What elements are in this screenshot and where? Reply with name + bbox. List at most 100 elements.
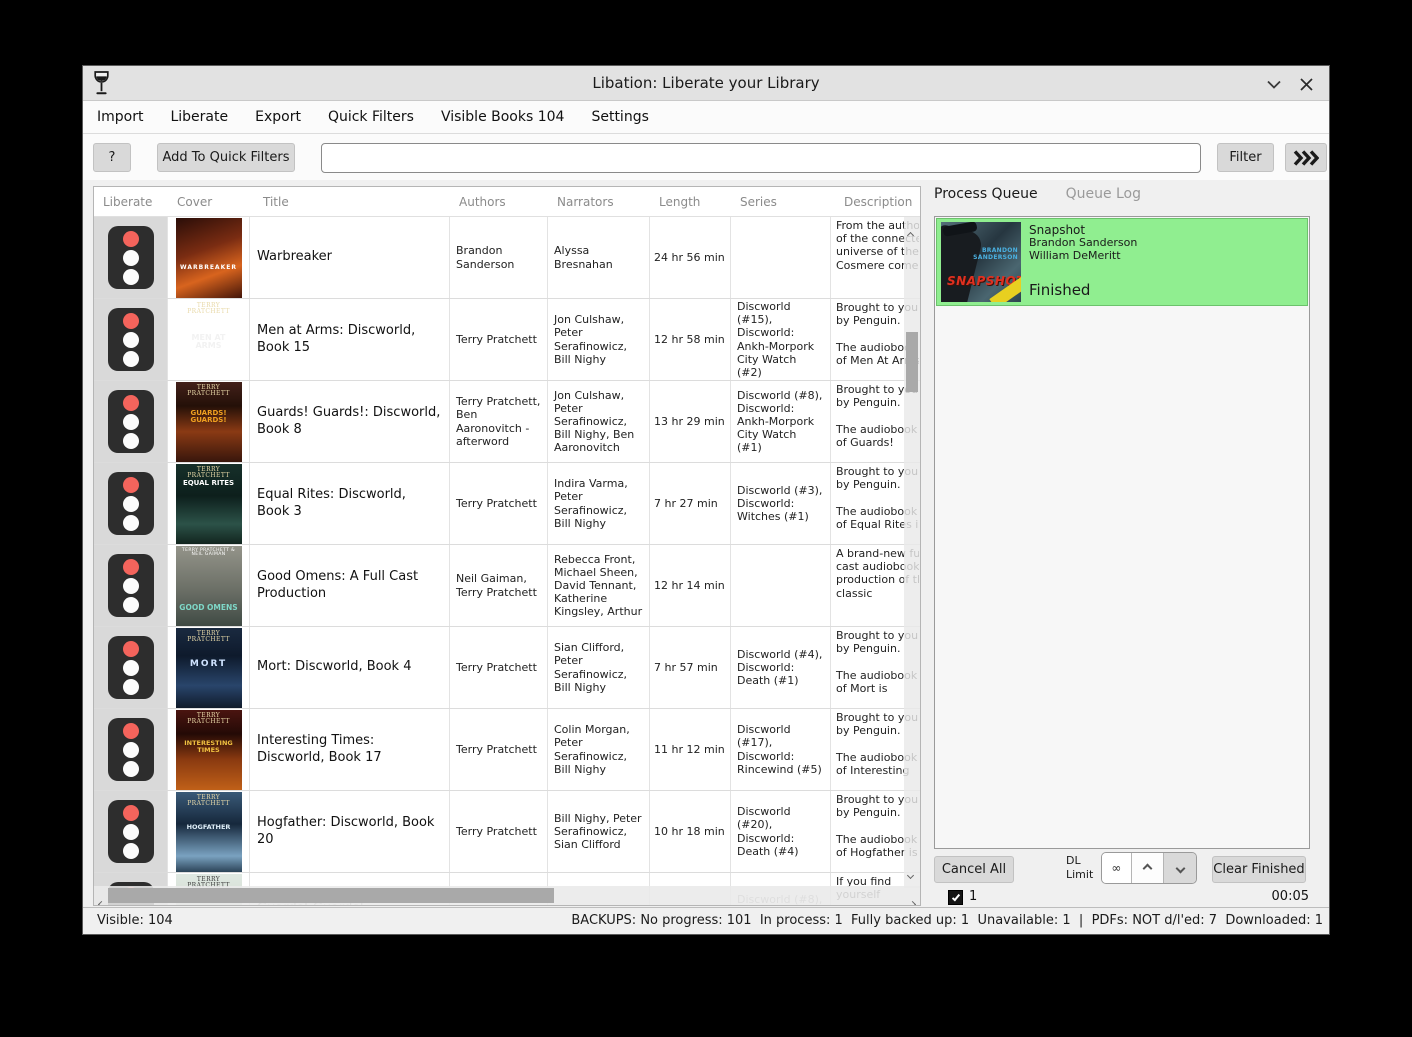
header-narrators[interactable]: Narrators	[548, 195, 650, 209]
queue-item-narrator: William DeMeritt	[1029, 250, 1137, 263]
window-title: Libation: Liberate your Library	[83, 66, 1329, 101]
vertical-scrollbar[interactable]	[904, 217, 920, 888]
dl-limit-increase-button[interactable]	[1132, 853, 1165, 883]
liberate-button[interactable]	[94, 217, 168, 298]
queue-list: BRANDON SANDERSON SNAPSHOT Snapshot Bran…	[934, 216, 1310, 849]
menu-visible-books[interactable]: Visible Books 104	[441, 109, 565, 125]
filter-search-input[interactable]	[321, 143, 1201, 173]
book-cover: TERRY PRATCHETTHOGFATHER	[168, 791, 250, 872]
traffic-light-icon	[108, 636, 154, 699]
grid-header-row: Liberate Cover Title Authors Narrators L…	[94, 187, 920, 217]
menu-quick-filters[interactable]: Quick Filters	[328, 109, 414, 125]
book-narrators: Jon Culshaw, Peter Serafinowicz, Bill Ni…	[548, 381, 650, 462]
fast-forward-icon[interactable]	[1285, 143, 1327, 172]
header-description[interactable]: Description	[831, 195, 919, 209]
book-title: Mort: Discworld, Book 4	[250, 627, 450, 708]
book-authors: Terry Pratchett	[450, 299, 548, 380]
header-liberate[interactable]: Liberate	[94, 195, 168, 209]
queue-elapsed-time: 00:05	[1272, 889, 1309, 904]
minimize-button[interactable]	[1261, 71, 1287, 97]
header-title[interactable]: Title	[250, 195, 450, 209]
cancel-all-button[interactable]: Cancel All	[934, 856, 1014, 883]
header-authors[interactable]: Authors	[450, 195, 548, 209]
menu-export[interactable]: Export	[255, 109, 301, 125]
book-series: Discworld (#20), Discworld: Death (#4)	[731, 791, 831, 872]
traffic-light-icon	[108, 226, 154, 289]
tab-process-queue[interactable]: Process Queue	[934, 186, 1038, 212]
book-narrators: Bill Nighy, Peter Serafinowicz, Sian Cli…	[548, 791, 650, 872]
book-title: Men at Arms: Discworld, Book 15	[250, 299, 450, 380]
queue-tabs: Process Queue Queue Log	[934, 186, 1141, 212]
queue-item-finished[interactable]: BRANDON SANDERSON SNAPSHOT Snapshot Bran…	[936, 218, 1308, 306]
traffic-light-icon	[108, 718, 154, 781]
scroll-left-icon[interactable]	[99, 892, 104, 906]
liberate-button[interactable]	[94, 381, 168, 462]
book-series	[731, 545, 831, 626]
book-narrators: Jon Culshaw, Peter Serafinowicz, Bill Ni…	[548, 299, 650, 380]
book-length: 12 hr 14 min	[650, 545, 731, 626]
header-length[interactable]: Length	[650, 195, 731, 209]
clear-finished-button[interactable]: Clear Finished	[1212, 856, 1306, 883]
filter-toolbar: ? Add To Quick Filters Filter	[83, 134, 1329, 180]
traffic-light-icon	[108, 800, 154, 863]
book-series: Discworld (#15), Discworld: Ankh-Morpork…	[731, 299, 831, 380]
liberate-button[interactable]	[94, 545, 168, 626]
filter-button[interactable]: Filter	[1217, 143, 1274, 172]
table-row: TERRY PRATCHETTMORT Mort: Discworld, Boo…	[94, 627, 920, 709]
dl-limit-decrease-button[interactable]	[1164, 853, 1196, 883]
traffic-light-icon	[108, 554, 154, 617]
book-authors: Terry Pratchett, Ben Aaronovitch - after…	[450, 381, 548, 462]
queue-count-checkbox[interactable]	[948, 890, 963, 905]
book-series	[731, 217, 831, 298]
table-row: TERRY PRATCHETTINTERESTING TIMES Interes…	[94, 709, 920, 791]
traffic-light-icon	[108, 390, 154, 453]
book-length: 7 hr 27 min	[650, 463, 731, 544]
book-cover: TERRY PRATCHETTEQUAL RITES	[168, 463, 250, 544]
add-to-quick-filters-button[interactable]: Add To Quick Filters	[157, 143, 295, 172]
book-authors: Brandon Sanderson	[450, 217, 548, 298]
queue-count-label: 1	[969, 889, 977, 904]
queue-footer: 1 00:05	[928, 889, 1321, 909]
table-row: TERRY PRATCHETTEQUAL RITES Equal Rites: …	[94, 463, 920, 545]
books-grid: Liberate Cover Title Authors Narrators L…	[93, 186, 921, 906]
scroll-up-icon[interactable]	[908, 223, 913, 242]
menu-liberate[interactable]: Liberate	[170, 109, 228, 125]
close-icon[interactable]	[1293, 71, 1319, 97]
book-series: Discworld (#8), Discworld: Ankh-Morpork …	[731, 381, 831, 462]
liberate-button[interactable]	[94, 791, 168, 872]
menu-settings[interactable]: Settings	[591, 109, 648, 125]
liberate-button[interactable]	[94, 709, 168, 790]
header-cover[interactable]: Cover	[168, 195, 250, 209]
table-row: TERRY PRATCHETTGUARDS! GUARDS! Guards! G…	[94, 381, 920, 463]
header-series[interactable]: Series	[731, 195, 831, 209]
book-cover: TERRY PRATCHETTMEN AT ARMS	[168, 299, 250, 380]
dl-limit-value: ∞	[1102, 853, 1132, 883]
book-narrators: Alyssa Bresnahan	[548, 217, 650, 298]
book-authors: Terry Pratchett	[450, 791, 548, 872]
filter-help-button[interactable]: ?	[93, 143, 131, 172]
liberate-button[interactable]	[94, 463, 168, 544]
horizontal-scroll-thumb[interactable]	[108, 888, 554, 903]
book-title: Hogfather: Discworld, Book 20	[250, 791, 450, 872]
book-title: Guards! Guards!: Discworld, Book 8	[250, 381, 450, 462]
scroll-down-icon[interactable]	[908, 863, 913, 882]
tab-queue-log[interactable]: Queue Log	[1066, 186, 1141, 212]
book-length: 11 hr 12 min	[650, 709, 731, 790]
book-title: Equal Rites: Discworld, Book 3	[250, 463, 450, 544]
libation-window: Libation: Liberate your Library Import L…	[82, 65, 1330, 935]
liberate-button[interactable]	[94, 299, 168, 380]
book-length: 12 hr 58 min	[650, 299, 731, 380]
scroll-right-icon[interactable]	[910, 892, 915, 906]
liberate-button[interactable]	[94, 627, 168, 708]
book-cover: TERRY PRATCHETTINTERESTING TIMES	[168, 709, 250, 790]
vertical-scroll-thumb[interactable]	[906, 332, 918, 392]
book-series: Discworld (#17), Discworld: Rincewind (#…	[731, 709, 831, 790]
horizontal-scrollbar[interactable]	[94, 886, 920, 905]
book-narrators: Indira Varma, Peter Serafinowicz, Bill N…	[548, 463, 650, 544]
traffic-light-icon	[108, 308, 154, 371]
table-row: WARBREAKER Warbreaker Brandon Sanderson …	[94, 217, 920, 299]
menu-bar: Import Liberate Export Quick Filters Vis…	[83, 101, 1329, 134]
title-bar: Libation: Liberate your Library	[83, 66, 1329, 101]
menu-import[interactable]: Import	[97, 109, 143, 125]
dl-limit-label: DL Limit	[1066, 854, 1093, 882]
